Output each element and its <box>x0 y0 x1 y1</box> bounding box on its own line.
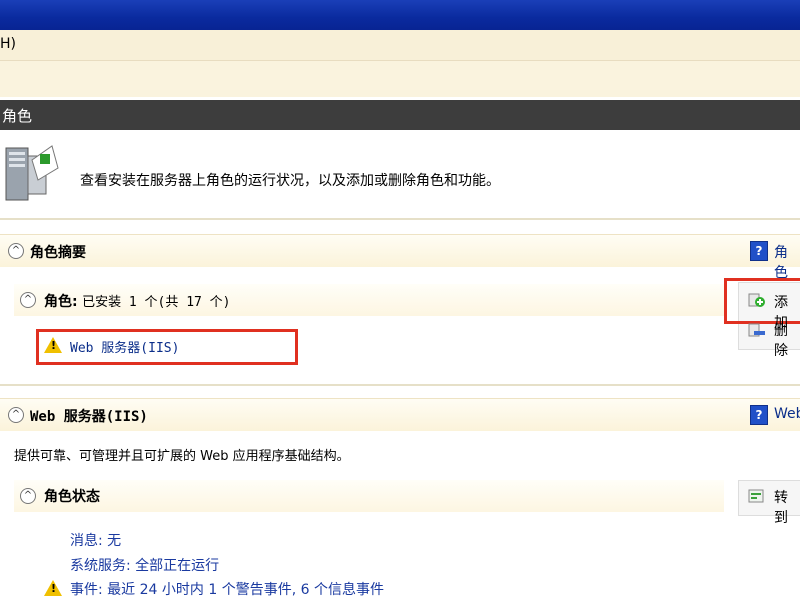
status-events-link[interactable]: 事件: 最近 24 小时内 1 个警告事件, 6 个信息事件 <box>70 579 384 599</box>
server-icon <box>2 140 60 204</box>
toolbar <box>0 61 800 97</box>
collapse-icon[interactable]: ^ <box>20 488 36 504</box>
roles-installed-header: ^ 角色: 已安装 1 个(共 17 个) <box>14 284 724 316</box>
section-title: 角色 <box>2 107 33 125</box>
divider <box>0 218 800 220</box>
intro-text: 查看安装在服务器上角色的运行状况，以及添加或删除角色和功能。 <box>80 173 500 189</box>
web-server-header: ^ Web 服务器(IIS) ? Web <box>0 398 800 431</box>
web-server-help-link[interactable]: Web <box>774 406 800 422</box>
menu-bar: H) <box>0 30 800 61</box>
collapse-icon[interactable]: ^ <box>20 292 36 308</box>
warning-mark: ! <box>51 582 57 595</box>
menu-item-help[interactable]: H) <box>0 36 16 52</box>
status-messages: 消息: 无 <box>70 533 122 549</box>
window-title-bar <box>0 0 800 30</box>
role-summary-help-link[interactable]: 角色 <box>774 242 800 282</box>
divider <box>0 384 800 386</box>
collapse-icon[interactable]: ^ <box>8 243 24 259</box>
role-summary-header: ^ 角色摘要 ? 角色 <box>0 234 800 281</box>
remove-roles-icon[interactable] <box>748 322 766 338</box>
goto-manager-link[interactable]: 转到 <box>774 487 800 527</box>
role-summary-title: 角色摘要 <box>30 245 86 261</box>
roles-label: 角色: <box>44 294 78 310</box>
help-icon[interactable]: ? <box>750 241 768 261</box>
roles-count: 已安装 1 个(共 17 个) <box>82 295 231 310</box>
help-icon[interactable]: ? <box>750 405 768 425</box>
role-status-title: 角色状态 <box>44 489 100 505</box>
collapse-icon[interactable]: ^ <box>8 407 24 423</box>
goto-manager-icon[interactable] <box>748 488 766 504</box>
web-server-description: 提供可靠、可管理并且可扩展的 Web 应用程序基础结构。 <box>14 449 350 464</box>
web-server-title: Web 服务器(IIS) <box>30 409 148 425</box>
status-services: 系统服务: 全部正在运行 <box>70 558 220 574</box>
section-header: 角色 <box>0 100 800 130</box>
add-roles-icon[interactable] <box>748 292 766 308</box>
warning-mark: ! <box>51 339 57 352</box>
role-status-header: ^ 角色状态 <box>14 480 724 512</box>
remove-roles-link[interactable]: 删除 <box>774 320 800 360</box>
role-link-web-server[interactable]: Web 服务器(IIS) <box>70 337 179 356</box>
